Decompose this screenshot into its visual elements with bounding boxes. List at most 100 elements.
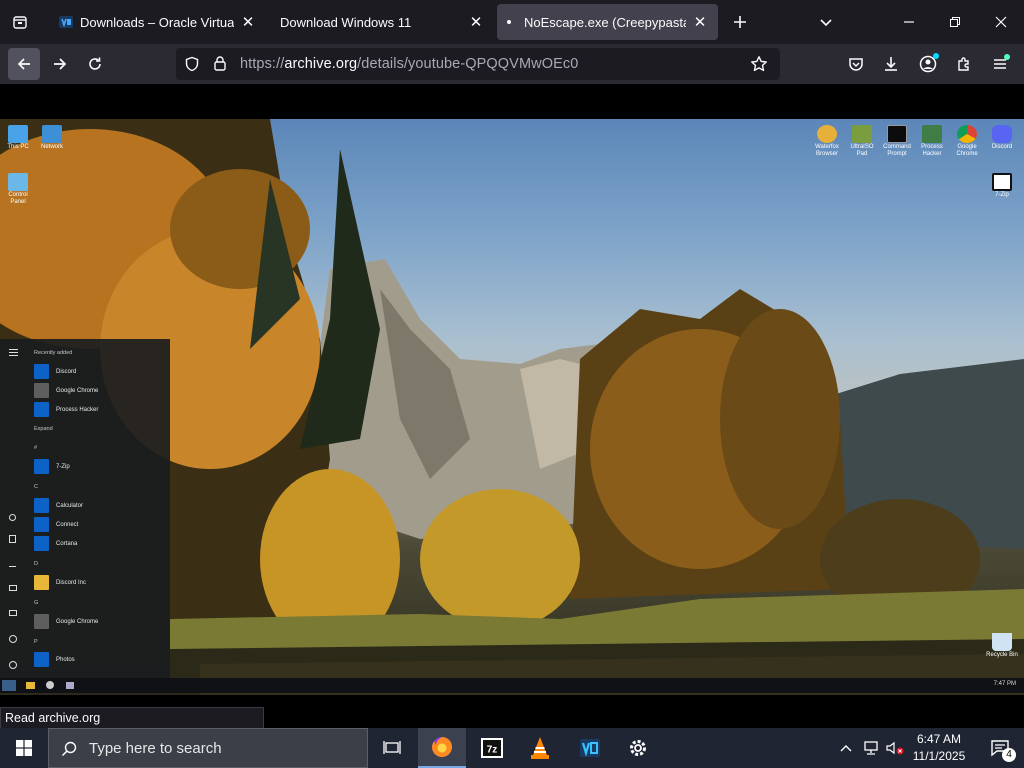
video-player[interactable]: This PC Network Control Panel Waterfox B… (0, 119, 1024, 695)
chrome-icon (34, 614, 49, 629)
desktop-icon-google-chrome[interactable]: Google Chrome (951, 125, 983, 158)
desktop-icon-process-hacker[interactable]: Process Hacker (916, 125, 948, 158)
list-all-tabs-button[interactable] (810, 0, 842, 44)
bookmark-star-icon[interactable] (750, 55, 768, 78)
downloads-button[interactable] (875, 48, 907, 80)
ultraiso-icon (852, 125, 872, 143)
start-item-discord[interactable]: Discord (34, 364, 76, 379)
vm-app-icon[interactable] (66, 682, 74, 689)
volume-tray-button[interactable] (884, 728, 906, 768)
pictures-icon[interactable] (9, 585, 17, 591)
network-icon (864, 741, 878, 755)
tab-download-windows[interactable]: Download Windows 11 ✕ (270, 4, 494, 40)
url-domain: archive.org (284, 56, 358, 72)
address-bar[interactable]: https://archive.org/details/youtube-QPQQ… (176, 48, 780, 80)
chevron-up-icon (840, 745, 852, 752)
start-item-calculator[interactable]: Calculator (34, 498, 83, 513)
hamburger-icon[interactable] (9, 349, 18, 356)
pocket-button[interactable] (840, 48, 872, 80)
desktop-icon-waterfox[interactable]: Waterfox Browser (811, 125, 843, 158)
vm-chrome-icon[interactable] (46, 681, 54, 689)
terminal-icon (887, 125, 907, 143)
close-tab-icon[interactable]: ✕ (240, 13, 256, 31)
start-item-7zip[interactable]: 7-Zip (34, 459, 70, 474)
windows-logo-icon (16, 740, 32, 756)
minimize-button[interactable] (886, 0, 932, 44)
cortana-icon (34, 536, 49, 551)
restore-button[interactable] (932, 0, 978, 44)
reload-button[interactable] (79, 48, 111, 80)
url-text[interactable]: https://archive.org/details/youtube-QPQQ… (240, 56, 578, 72)
settings-icon[interactable] (9, 635, 17, 643)
notifications-button[interactable]: 4 (976, 728, 1024, 768)
desktop-icon-7zip[interactable]: 7-Zip (986, 173, 1018, 199)
power-icon[interactable] (9, 661, 17, 669)
new-tab-button[interactable] (724, 0, 756, 44)
tab-noescape[interactable]: NoEscape.exe (Creepypasta) : E ✕ (497, 4, 718, 40)
clock-time: 6:47 AM (916, 732, 962, 746)
desktop-icon-network[interactable]: Network (36, 125, 68, 151)
taskbar-vlc[interactable] (516, 728, 564, 768)
start-item-process-hacker[interactable]: Process Hacker (34, 402, 98, 417)
desktop-icon-recycle-bin[interactable]: Recycle Bin (986, 633, 1018, 659)
firefox-view-button[interactable] (0, 0, 40, 44)
start-item-discord-inc[interactable]: Discord Inc (34, 575, 86, 590)
desktop-icon-command-prompt[interactable]: Command Prompt (881, 125, 913, 158)
photos-icon (34, 652, 49, 667)
start-item-connect[interactable]: Connect (34, 517, 78, 532)
start-item-google-chrome[interactable]: Google Chrome (34, 383, 98, 398)
vlc-icon (531, 737, 549, 759)
tracking-protection-icon[interactable] (184, 56, 200, 77)
taskbar-7zip[interactable]: 7z (468, 728, 516, 768)
firefox-view-icon (13, 16, 27, 29)
speaker-muted-icon (886, 741, 904, 755)
menu-button[interactable] (984, 48, 1016, 80)
desktop-icon-discord[interactable]: Discord (986, 125, 1018, 151)
section-letter: P (34, 639, 38, 645)
arrow-right-icon (54, 58, 67, 70)
virtualbox-icon (59, 16, 73, 28)
tab-virtualbox[interactable]: Downloads – Oracle VirtualBox ✕ (48, 4, 266, 40)
desktop-icon-ultraiso[interactable]: UltraISO Pad (846, 125, 878, 158)
computer-icon (8, 125, 28, 143)
account-button[interactable] (912, 48, 944, 80)
start-item-photos[interactable]: Photos (34, 652, 75, 667)
extensions-button[interactable] (948, 48, 980, 80)
documents-icon[interactable] (9, 535, 16, 543)
discord-icon (992, 125, 1012, 143)
user-icon[interactable] (9, 514, 16, 521)
section-letter: D (34, 561, 38, 567)
taskbar-firefox[interactable] (418, 728, 466, 768)
desktop-icon-control-panel[interactable]: Control Panel (2, 173, 34, 206)
search-placeholder: Type here to search (89, 739, 222, 757)
start-item-google-chrome-2[interactable]: Google Chrome (34, 614, 98, 629)
close-tab-icon[interactable]: ✕ (468, 13, 484, 31)
minimize-icon (904, 21, 914, 23)
network-tray-button[interactable] (860, 728, 882, 768)
lock-icon[interactable] (212, 55, 228, 77)
desktop-icon-this-pc[interactable]: This PC (2, 125, 34, 151)
taskbar-search-box[interactable]: Type here to search (48, 728, 368, 768)
vm-explorer-icon[interactable] (26, 682, 35, 689)
forward-button[interactable] (44, 48, 76, 80)
recently-added-heading: Recently added (34, 350, 73, 356)
task-view-button[interactable] (368, 728, 416, 768)
reload-icon (89, 57, 101, 70)
taskbar-virtualbox[interactable] (566, 728, 614, 768)
video-letterbox-top (0, 84, 1024, 119)
downloads-icon[interactable] (9, 560, 16, 567)
vm-start-button[interactable] (2, 680, 16, 691)
expand-link[interactable]: Expand (34, 426, 53, 432)
show-hidden-icons-button[interactable] (834, 728, 858, 768)
chevron-down-icon (820, 19, 832, 27)
taskbar-settings[interactable] (614, 728, 662, 768)
back-button[interactable] (8, 48, 40, 80)
close-tab-icon[interactable]: ✕ (692, 13, 708, 31)
notification-count-badge: 4 (1002, 748, 1016, 762)
waterfox-icon (817, 125, 837, 143)
videos-icon[interactable] (9, 610, 17, 616)
close-window-button[interactable] (978, 0, 1024, 44)
taskbar-clock[interactable]: 6:47 AM 11/1/2025 (906, 728, 972, 768)
start-button[interactable] (0, 728, 48, 768)
start-item-cortana[interactable]: Cortana (34, 536, 77, 551)
